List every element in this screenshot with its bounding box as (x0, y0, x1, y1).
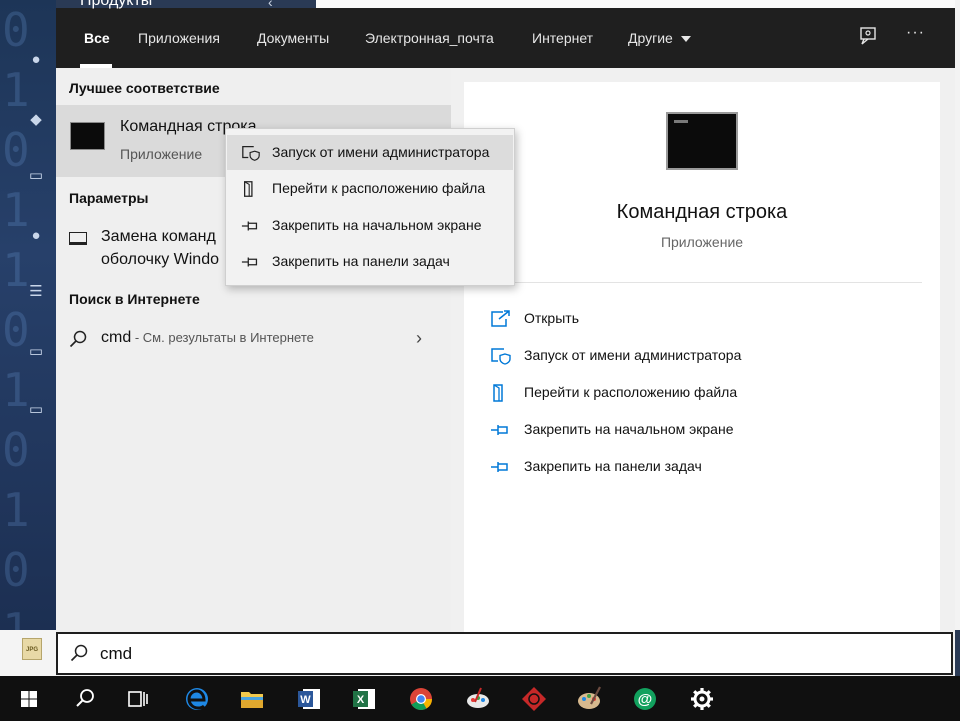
book-icon: ▭ (28, 343, 44, 360)
binary-wallpaper: 0 1 0 1 1 0 1 0 1 0 1 (2, 3, 30, 630)
web-search-suffix: - См. результаты в Интернете (131, 330, 314, 345)
background-window-edge (955, 0, 960, 630)
search-box (56, 632, 953, 675)
search-icon (69, 330, 87, 348)
menu-item-open-file-location[interactable]: Перейти к расположению файла (227, 171, 513, 206)
svg-text:X: X (357, 694, 365, 706)
tag-icon: ◆ (30, 111, 42, 128)
task-view-icon[interactable] (121, 682, 155, 716)
tab-email[interactable]: Электронная_почта (365, 30, 494, 46)
details-subtitle: Приложение (660, 234, 744, 250)
web-search-query: cmd (101, 329, 132, 346)
best-match-subtitle: Приложение (120, 146, 203, 162)
file-location-icon (493, 384, 503, 402)
web-search-item[interactable]: cmd - См. результаты в Интернете › (56, 323, 451, 363)
svg-text:@: @ (638, 691, 653, 708)
action-open-label: Открыть (524, 310, 579, 326)
details-divider (482, 282, 922, 283)
monitor-icon (69, 232, 87, 245)
web-search-heading: Поиск в Интернете (69, 291, 200, 307)
word-icon[interactable]: W (292, 682, 326, 716)
svg-text:W: W (300, 694, 311, 706)
windows-start-icon[interactable] (12, 682, 46, 716)
details-title: Командная строка (616, 201, 788, 223)
pin-icon (241, 221, 258, 231)
action-open[interactable]: Открыть (490, 308, 910, 330)
feedback-icon[interactable] (859, 26, 879, 46)
web-search-text: cmd - См. результаты в Интернете (101, 329, 314, 347)
edge-icon[interactable] (180, 682, 214, 716)
user-icon: ● (31, 227, 41, 244)
action-open-file-location[interactable]: Перейти к расположению файла (490, 382, 910, 404)
menu-item-run-as-admin[interactable]: Запуск от имени администратора (227, 135, 513, 170)
file-location-icon (244, 181, 253, 197)
pin-icon (241, 257, 258, 267)
tab-more[interactable]: Другие (628, 30, 691, 48)
menu-item-pin-to-start-label: Закрепить на начальном экране (272, 217, 482, 233)
menu-item-open-file-location-label: Перейти к расположению файла (272, 180, 486, 196)
book-icon: ▭ (28, 401, 44, 418)
desktop-left-strip: 0 1 0 1 1 0 1 0 1 0 1 ● ◆ ▭ ● ☰ ▭ ▭ (0, 0, 56, 630)
mail-icon[interactable]: @ (628, 682, 662, 716)
menu-item-pin-to-start[interactable]: Закрепить на начальном экране (227, 208, 513, 243)
action-pin-to-taskbar-label: Закрепить на панели задач (524, 458, 702, 474)
chrome-icon[interactable] (404, 682, 438, 716)
search-icon (70, 644, 88, 662)
pin-icon (491, 425, 508, 435)
user-icon: ● (31, 51, 41, 68)
paint-icon[interactable] (461, 682, 495, 716)
search-icon[interactable] (68, 682, 102, 716)
search-input[interactable] (100, 642, 900, 666)
shield-icon (491, 348, 511, 365)
list-icon: ☰ (29, 283, 43, 300)
search-panel: Все Приложения Документы Электронная_поч… (56, 8, 955, 676)
details-pane: Командная строка Приложение Открыть Запу… (464, 82, 940, 632)
tab-web[interactable]: Интернет (532, 30, 593, 46)
tab-all[interactable]: Все (84, 30, 110, 46)
tab-apps[interactable]: Приложения (138, 30, 220, 46)
excel-icon[interactable]: X (347, 682, 381, 716)
settings-heading: Параметры (69, 190, 149, 206)
book-icon: ▭ (28, 167, 44, 184)
best-match-heading: Лучшее соответствие (69, 80, 220, 96)
action-open-file-location-label: Перейти к расположению файла (524, 384, 738, 400)
settings-gear-icon[interactable] (685, 682, 719, 716)
action-run-as-admin[interactable]: Запуск от имени администратора (490, 345, 910, 367)
action-run-as-admin-label: Запуск от имени администратора (524, 347, 742, 363)
jpg-file-icon[interactable]: JPG (22, 638, 42, 660)
background-window-title: Продукты (80, 0, 153, 9)
game-icon[interactable] (517, 682, 551, 716)
open-icon (491, 310, 510, 327)
context-menu: Запуск от имени администратора Перейти к… (225, 128, 515, 286)
action-pin-to-start[interactable]: Закрепить на начальном экране (490, 419, 910, 441)
shield-icon (242, 146, 260, 161)
settings-result-line2: оболочку Windo (101, 251, 219, 268)
palette-icon[interactable] (573, 682, 607, 716)
file-explorer-icon[interactable] (235, 682, 269, 716)
action-pin-to-taskbar[interactable]: Закрепить на панели задач (490, 456, 910, 478)
filter-tabs-bar: Все Приложения Документы Электронная_поч… (56, 8, 955, 68)
action-pin-to-start-label: Закрепить на начальном экране (524, 421, 734, 437)
settings-result-line1: Замена команд (101, 228, 216, 245)
tab-more-label: Другие (628, 30, 673, 46)
chevron-right-icon[interactable]: › (416, 328, 422, 349)
more-options-icon[interactable]: ··· (906, 24, 925, 42)
background-document (316, 0, 960, 8)
taskbar: W X @ (0, 676, 960, 721)
cmd-large-icon (666, 112, 738, 170)
menu-item-pin-to-taskbar[interactable]: Закрепить на панели задач (227, 244, 513, 279)
menu-item-run-as-admin-label: Запуск от имени администратора (272, 144, 490, 160)
chevron-down-icon (680, 35, 691, 42)
menu-item-pin-to-taskbar-label: Закрепить на панели задач (272, 253, 450, 269)
chevron-left-icon: ‹ (268, 0, 273, 10)
cmd-app-icon (70, 122, 105, 150)
tab-documents[interactable]: Документы (257, 30, 329, 46)
pin-icon (491, 462, 508, 472)
